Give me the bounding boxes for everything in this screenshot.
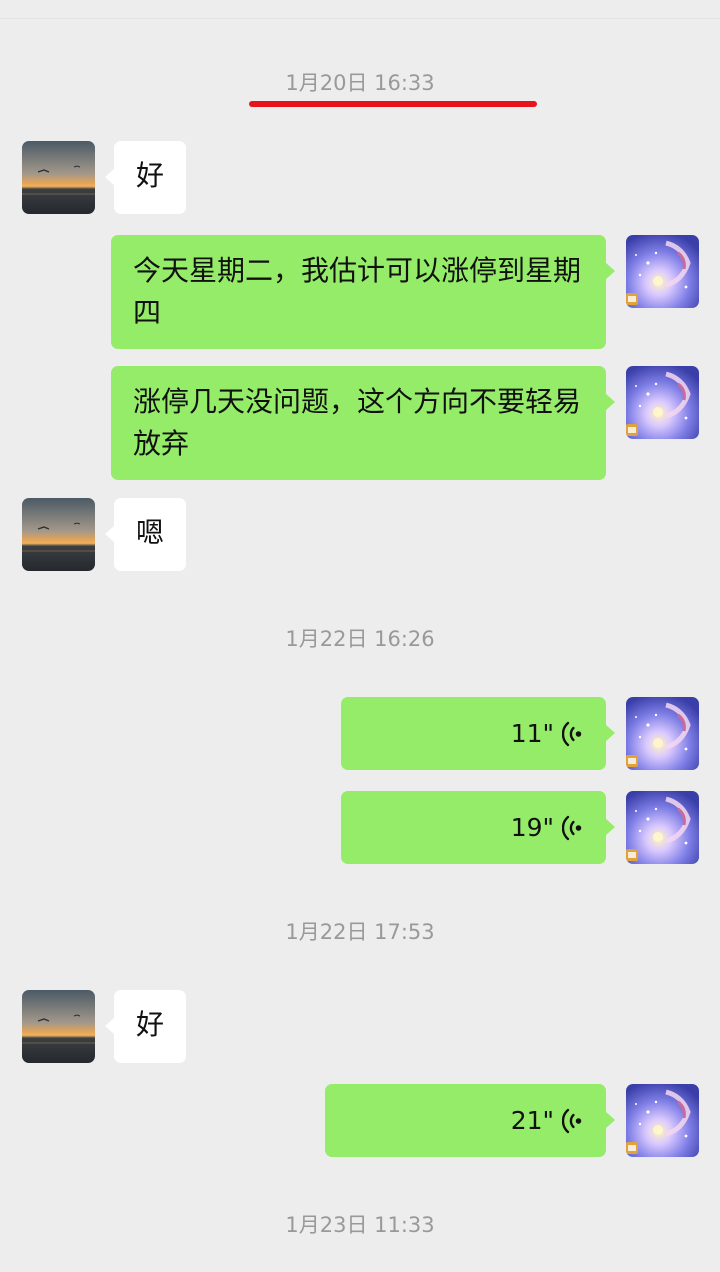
timestamp: 1月22日 16:26 xyxy=(285,627,435,651)
voice-wave-icon xyxy=(562,813,584,843)
self-avatar[interactable] xyxy=(626,791,699,864)
timestamp: 1月20日 16:33 xyxy=(285,71,435,95)
timestamp: 1月23日 11:33 xyxy=(285,1213,435,1237)
top-divider xyxy=(0,18,720,19)
incoming-message-bubble[interactable]: 嗯 xyxy=(104,498,187,571)
voice-duration: 11" xyxy=(510,718,554,748)
timestamp: 1月22日 17:53 xyxy=(285,920,435,944)
self-avatar[interactable] xyxy=(626,366,699,439)
self-avatar[interactable] xyxy=(626,697,699,770)
self-avatar[interactable] xyxy=(626,235,699,308)
outgoing-message-bubble[interactable]: 今天星期二，我估计可以涨停到星期四 xyxy=(111,235,615,349)
voice-duration: 21" xyxy=(510,1105,554,1135)
voice-message-bubble[interactable]: 21" xyxy=(325,1084,615,1157)
voice-message-bubble[interactable]: 11" xyxy=(341,697,615,770)
outgoing-message-bubble[interactable]: 涨停几天没问题，这个方向不要轻易放弃 xyxy=(111,366,615,480)
voice-wave-icon xyxy=(562,1106,584,1136)
contact-avatar[interactable] xyxy=(22,990,95,1063)
voice-duration: 19" xyxy=(510,812,554,842)
incoming-message-bubble[interactable]: 好 xyxy=(104,990,187,1063)
contact-avatar[interactable] xyxy=(22,141,95,214)
contact-avatar[interactable] xyxy=(22,498,95,571)
voice-wave-icon xyxy=(562,719,584,749)
annotation-underline xyxy=(249,101,537,107)
voice-message-bubble[interactable]: 19" xyxy=(341,791,615,864)
self-avatar[interactable] xyxy=(626,1084,699,1157)
incoming-message-bubble[interactable]: 好 xyxy=(104,141,187,214)
